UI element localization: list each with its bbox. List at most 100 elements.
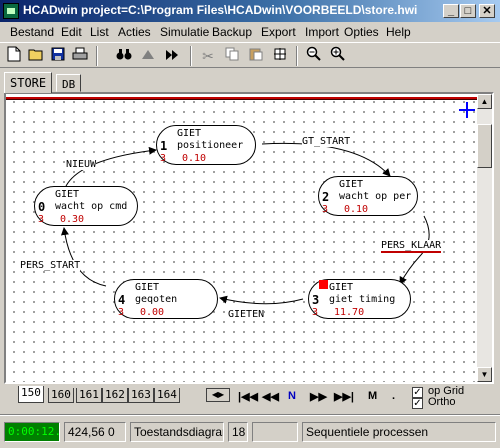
state-number: 0 [38, 200, 46, 214]
status-blank [252, 422, 298, 442]
nav-m-button[interactable]: M [368, 390, 377, 402]
state-desc: wacht op cmd [55, 201, 128, 212]
nav-n-button[interactable]: N [288, 390, 296, 402]
insert-block-icon[interactable] [270, 46, 290, 66]
cut-icon[interactable]: ✂ [198, 46, 218, 66]
menu-edit[interactable]: Edit [61, 25, 82, 39]
status-separator [0, 414, 500, 416]
menu-acties[interactable]: Acties [118, 25, 151, 39]
state-counter: 3 [118, 307, 125, 318]
minimize-button[interactable]: _ [443, 4, 459, 18]
maximize-button[interactable]: □ [460, 4, 476, 18]
arrow-gt-start [261, 142, 391, 177]
state-desc: positioneer [177, 140, 244, 151]
status-process: Sequentiele processen [302, 422, 496, 442]
tab-db[interactable]: DB [56, 74, 82, 92]
status-coords: 424,56 0 [64, 422, 126, 442]
new-file-icon[interactable] [4, 46, 24, 66]
window-title: HCADwin project=C:\Program Files\HCADwin… [23, 3, 418, 17]
state-1-positioneer[interactable]: GIET positioneer 1 3 0.10 [156, 125, 256, 165]
menu-simulatie[interactable]: Simulatie [160, 25, 209, 39]
page-tab-160[interactable]: 160 [48, 388, 74, 403]
active-state-marker [319, 280, 328, 289]
open-folder-icon[interactable] [26, 46, 46, 66]
save-icon[interactable] [48, 46, 68, 66]
state-counter: 3 [160, 153, 167, 164]
menu-bar: Bestand Edit List Acties Simulatie Backu… [0, 22, 500, 42]
state-value: 0.30 [60, 214, 85, 225]
menu-help[interactable]: Help [386, 25, 411, 39]
ortho-checkbox[interactable]: ✓ [412, 398, 423, 409]
state-desc: wacht op per [339, 191, 412, 202]
toolbar-separator [296, 46, 298, 66]
crosshair-icon [459, 102, 475, 118]
state-4-geqoten[interactable]: GIET geqoten 4 3 0.00 [114, 279, 218, 319]
menu-import[interactable]: Import [305, 25, 339, 39]
copy-icon[interactable] [222, 46, 242, 66]
nav-dot-button[interactable]: . [392, 390, 395, 402]
page-tab-164[interactable]: 164 [154, 388, 180, 403]
page-tab-163[interactable]: 163 [128, 388, 154, 403]
transition-label-nieuw[interactable]: NIEUW [66, 159, 97, 170]
state-value: 11.70 [334, 307, 365, 318]
state-name: GIET [135, 282, 160, 293]
nav-prev-button[interactable]: ◀◀ [262, 390, 279, 403]
vertical-scrollbar[interactable]: ▲ ▼ [477, 94, 492, 382]
close-button[interactable]: ✕ [479, 4, 495, 18]
menu-export[interactable]: Export [261, 25, 296, 39]
state-0-wacht-op-cmd[interactable]: GIET wacht op cmd 0 3 0.30 [34, 186, 138, 226]
app-icon [3, 3, 19, 19]
menu-opties[interactable]: Opties [344, 25, 379, 39]
menu-bestand[interactable]: Bestand [10, 25, 54, 39]
tab-scroll-arrows-icon[interactable]: ◀▶ [206, 388, 230, 402]
page-tab-150[interactable]: 150 [18, 386, 44, 403]
page-tab-161[interactable]: 161 [76, 388, 102, 403]
toolbar-separator [96, 46, 98, 66]
nav-next-button[interactable]: ▶▶ [310, 390, 327, 403]
menu-list[interactable]: List [90, 25, 109, 39]
status-number: 18 [228, 422, 248, 442]
forward-icon[interactable] [162, 46, 182, 66]
transition-label-gt-start[interactable]: GT_START [302, 136, 351, 147]
toolbar-separator [190, 46, 192, 66]
state-name: GIET [177, 128, 202, 139]
state-desc: geqoten [135, 294, 178, 305]
transition-label-gieten[interactable]: GIETEN [228, 309, 265, 320]
state-name: GIET [339, 179, 364, 190]
scroll-down-icon[interactable]: ▼ [477, 367, 492, 382]
print-icon[interactable] [70, 46, 90, 66]
grid-checkbox[interactable]: ✓ [412, 387, 423, 398]
nav-first-button[interactable]: |◀◀ [238, 390, 258, 403]
state-name: GIET [55, 189, 80, 200]
arrow-pers-start [60, 227, 107, 287]
state-counter: 3 [322, 204, 329, 215]
nav-last-button[interactable]: ▶▶| [334, 390, 354, 403]
transition-label-pers-klaar[interactable]: PERS_KLAAR [381, 240, 442, 253]
tab-store[interactable]: STORE [4, 72, 53, 93]
ortho-label: Ortho [428, 396, 456, 408]
state-value: 0.10 [344, 204, 369, 215]
scroll-thumb[interactable] [477, 124, 492, 168]
binoculars-icon[interactable] [114, 46, 134, 66]
page-tab-162[interactable]: 162 [102, 388, 128, 403]
state-desc: giet timing [329, 294, 396, 305]
zoom-out-icon[interactable] [304, 46, 324, 66]
status-time: 0:00:12.3 [4, 422, 60, 442]
state-counter: 3 [38, 214, 45, 225]
state-2-wacht-op-per[interactable]: GIET wacht op per 2 3 0.10 [318, 176, 418, 216]
state-number: 1 [160, 139, 168, 153]
scroll-up-icon[interactable]: ▲ [477, 94, 492, 109]
state-number: 4 [118, 293, 126, 307]
page-tabs: 150 160 161 162 163 164 ◀▶ [4, 386, 234, 404]
run-icon[interactable] [138, 46, 158, 66]
paste-icon[interactable] [246, 46, 266, 66]
state-name: GIET [329, 282, 354, 293]
state-3-giet-timing[interactable]: GIET giet timing 3 3 11.70 [308, 279, 411, 319]
title-bar[interactable]: HCADwin project=C:\Program Files\HCADwin… [0, 0, 500, 22]
state-number: 3 [312, 293, 320, 307]
zoom-in-icon[interactable] [328, 46, 348, 66]
transition-label-pers-start[interactable]: PERS_START [20, 260, 81, 271]
state-diagram-canvas[interactable]: GIET positioneer 1 3 0.10 GIET wacht op … [6, 94, 477, 382]
menu-backup[interactable]: Backup [212, 25, 252, 39]
state-value: 0.10 [182, 153, 207, 164]
